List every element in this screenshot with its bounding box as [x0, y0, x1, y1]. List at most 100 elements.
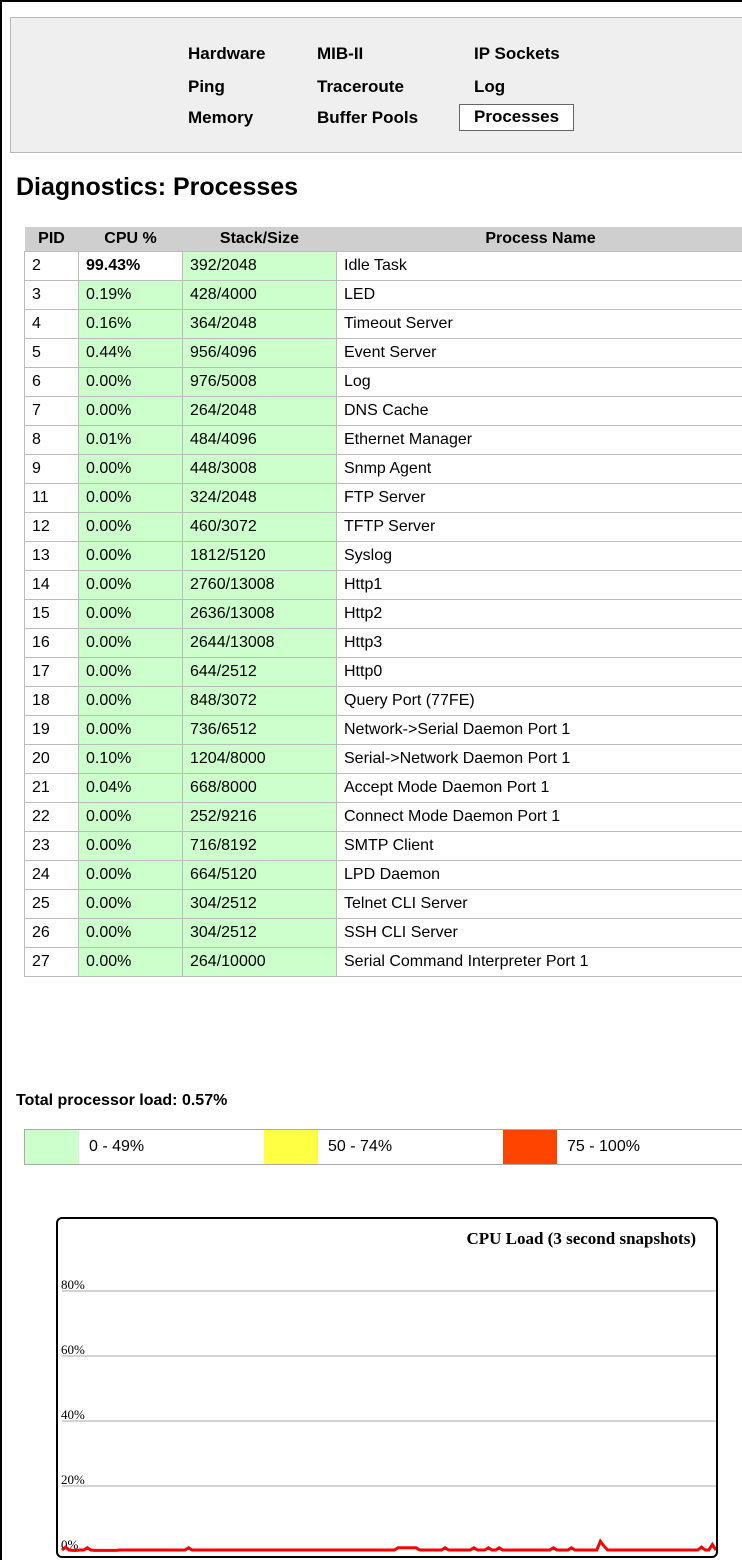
pid-cell: 14 — [24, 570, 79, 600]
stack-size-cell: 2644/13008 — [182, 628, 337, 658]
table-row: 19 0.00% 736/6512 Network->Serial Daemon Po… — [24, 715, 742, 745]
stack-size-cell: 264/10000 — [182, 947, 337, 977]
cpu-cell: 0.10% — [78, 744, 183, 774]
process-name-cell: DNS Cache — [336, 396, 742, 426]
table-row: 13 0.00% 1812/5120 Syslog — [24, 541, 742, 571]
stack-size-cell: 736/6512 — [182, 715, 337, 745]
cpu-cell: 0.00% — [78, 802, 183, 832]
total-processor-load: Total processor load: 0.57% — [16, 1092, 228, 1109]
cpu-cell: 0.00% — [78, 889, 183, 919]
nav-buffer-pools[interactable]: Buffer Pools — [317, 108, 418, 128]
table-row: 2 99.43% 392/2048 Idle Task — [24, 251, 742, 281]
nav-hardware[interactable]: Hardware — [188, 44, 265, 64]
process-name-cell: Serial Command Interpreter Port 1 — [336, 947, 742, 977]
table-row: 17 0.00% 644/2512 Http0 — [24, 657, 742, 687]
table-row: 21 0.04% 668/8000 Accept Mode Daemon Port 1 — [24, 773, 742, 803]
nav-log[interactable]: Log — [474, 77, 505, 97]
cpu-cell: 0.00% — [78, 657, 183, 687]
nav-ip-sockets[interactable]: IP Sockets — [474, 44, 560, 64]
cpu-load-chart-svg: CPU Load (3 second snapshots) 80% 60% 40% 20… — [61, 1229, 716, 1552]
cpu-cell: 0.00% — [78, 570, 183, 600]
process-name-cell: Syslog — [336, 541, 742, 571]
cpu-cell: 0.00% — [78, 860, 183, 890]
table-row: 7 0.00% 264/2048 DNS Cache — [24, 396, 742, 426]
header-stack-size: Stack/Size — [182, 227, 337, 252]
chart-series-line — [61, 1538, 716, 1552]
pid-cell: 7 — [24, 396, 79, 426]
pid-cell: 26 — [24, 918, 79, 948]
stack-size-cell: 484/4096 — [182, 425, 337, 455]
pid-cell: 18 — [24, 686, 79, 716]
cpu-load-chart: CPU Load (3 second snapshots) 80% 60% 40% 20… — [56, 1217, 718, 1558]
table-row: 24 0.00% 664/5120 LPD Daemon — [24, 860, 742, 890]
stack-size-cell: 252/9216 — [182, 802, 337, 832]
process-name-cell: Http0 — [336, 657, 742, 687]
cpu-cell: 0.00% — [78, 947, 183, 977]
pid-cell: 3 — [24, 280, 79, 310]
chart-y-tick-label: 60% — [61, 1342, 85, 1357]
stack-size-cell: 2636/13008 — [182, 599, 337, 629]
cpu-cell: 0.00% — [78, 512, 183, 542]
table-row: 15 0.00% 2636/13008 Http2 — [24, 599, 742, 629]
nav-ping[interactable]: Ping — [188, 77, 225, 97]
table-header-row: PID CPU % Stack/Size Process Name — [24, 227, 742, 252]
stack-size-cell: 324/2048 — [182, 483, 337, 513]
process-name-cell: Timeout Server — [336, 309, 742, 339]
pid-cell: 8 — [24, 425, 79, 455]
legend-label-high: 75 - 100% — [567, 1138, 640, 1155]
table-row: 25 0.00% 304/2512 Telnet CLI Server — [24, 889, 742, 919]
pid-cell: 6 — [24, 367, 79, 397]
table-row: 22 0.00% 252/9216 Connect Mode Daemon Port … — [24, 802, 742, 832]
chart-y-tick-label: 20% — [61, 1472, 85, 1487]
process-name-cell: Ethernet Manager — [336, 425, 742, 455]
pid-cell: 25 — [24, 889, 79, 919]
stack-size-cell: 392/2048 — [182, 251, 337, 281]
legend-swatch-mid — [264, 1130, 318, 1164]
table-row: 16 0.00% 2644/13008 Http3 — [24, 628, 742, 658]
nav-mib-ii[interactable]: MIB-II — [317, 44, 363, 64]
table-row: 4 0.16% 364/2048 Timeout Server — [24, 309, 742, 339]
process-name-cell: LPD Daemon — [336, 860, 742, 890]
pid-cell: 20 — [24, 744, 79, 774]
cpu-cell: 0.00% — [78, 715, 183, 745]
process-name-cell: Query Port (77FE) — [336, 686, 742, 716]
legend-swatch-high — [503, 1130, 557, 1164]
nav-processes[interactable]: Processes — [459, 104, 575, 131]
table-row: 12 0.00% 460/3072 TFTP Server — [24, 512, 742, 542]
nav-memory[interactable]: Memory — [188, 108, 253, 128]
pid-cell: 9 — [24, 454, 79, 484]
process-name-cell: Serial->Network Daemon Port 1 — [336, 744, 742, 774]
process-name-cell: Log — [336, 367, 742, 397]
process-name-cell: FTP Server — [336, 483, 742, 513]
table-row: 11 0.00% 324/2048 FTP Server — [24, 483, 742, 513]
nav-traceroute[interactable]: Traceroute — [317, 77, 404, 97]
stack-size-cell: 264/2048 — [182, 396, 337, 426]
table-row: 8 0.01% 484/4096 Ethernet Manager — [24, 425, 742, 455]
stack-size-cell: 304/2512 — [182, 918, 337, 948]
cpu-cell: 0.01% — [78, 425, 183, 455]
table-row: 5 0.44% 956/4096 Event Server — [24, 338, 742, 368]
stack-size-cell: 716/8192 — [182, 831, 337, 861]
pid-cell: 11 — [24, 483, 79, 513]
stack-size-cell: 1204/8000 — [182, 744, 337, 774]
process-table: PID CPU % Stack/Size Process Name 2 99.43… — [24, 227, 742, 977]
process-name-cell: SMTP Client — [336, 831, 742, 861]
cpu-cell: 0.00% — [78, 396, 183, 426]
stack-size-cell: 644/2512 — [182, 657, 337, 687]
pid-cell: 4 — [24, 309, 79, 339]
process-name-cell: LED — [336, 280, 742, 310]
table-row: 23 0.00% 716/8192 SMTP Client — [24, 831, 742, 861]
process-name-cell: Http3 — [336, 628, 742, 658]
process-name-cell: Idle Task — [336, 251, 742, 281]
cpu-cell: 0.16% — [78, 309, 183, 339]
stack-size-cell: 2760/13008 — [182, 570, 337, 600]
table-row: 20 0.10% 1204/8000 Serial->Network Daemon P… — [24, 744, 742, 774]
stack-size-cell: 428/4000 — [182, 280, 337, 310]
stack-size-cell: 668/8000 — [182, 773, 337, 803]
table-row: 27 0.00% 264/10000 Serial Command Interpret… — [24, 947, 742, 977]
stack-size-cell: 448/3008 — [182, 454, 337, 484]
chart-title: CPU Load (3 second snapshots) — [466, 1229, 696, 1248]
pid-cell: 13 — [24, 541, 79, 571]
pid-cell: 5 — [24, 338, 79, 368]
cpu-cell: 0.00% — [78, 367, 183, 397]
